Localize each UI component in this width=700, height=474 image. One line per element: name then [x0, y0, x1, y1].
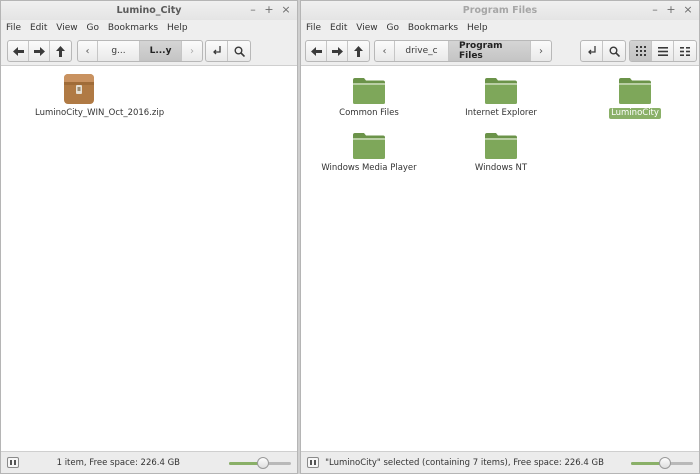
folder-item[interactable]: Internet Explorer — [451, 77, 551, 119]
menu-go[interactable]: Go — [385, 20, 403, 33]
arrow-right-icon — [331, 46, 343, 56]
folder-item[interactable]: Windows NT — [451, 132, 551, 174]
menu-help[interactable]: Help — [466, 20, 493, 33]
statusbar: "LuminoCity" selected (containing 7 item… — [301, 451, 699, 473]
compact-list-icon — [680, 46, 690, 56]
menubar: File Edit View Go Bookmarks Help — [1, 20, 297, 36]
file-manager-window-right: Program Files – + × File Edit View Go Bo… — [300, 0, 700, 474]
folder-item[interactable]: Windows Media Player — [319, 132, 419, 174]
window-title: Program Files — [462, 5, 538, 16]
menu-help[interactable]: Help — [166, 20, 193, 33]
folder-icon — [352, 132, 386, 160]
file-name: LuminoCity_WIN_Oct_2016.zip — [35, 108, 165, 118]
back-button[interactable] — [306, 41, 327, 61]
folder-item-selected[interactable]: LuminoCity — [585, 77, 685, 119]
location-toggle-button[interactable] — [581, 41, 603, 61]
search-button[interactable] — [603, 41, 625, 61]
menu-bookmarks[interactable]: Bookmarks — [107, 20, 163, 33]
folder-icon — [484, 132, 518, 160]
list-icon — [657, 46, 668, 56]
enter-location-icon — [213, 46, 221, 55]
search-icon — [234, 46, 245, 57]
nav-buttons — [305, 40, 370, 62]
toolbar: ‹ drive_c Program Files › — [301, 36, 699, 66]
folder-name: Windows Media Player — [321, 163, 417, 173]
up-button[interactable] — [50, 41, 71, 61]
minimize-button[interactable]: – — [247, 3, 259, 17]
archive-icon — [62, 73, 96, 105]
folder-name: Internet Explorer — [465, 108, 537, 118]
location-toggle-button[interactable] — [206, 41, 228, 61]
folder-name: Windows NT — [474, 163, 528, 173]
enter-location-icon — [588, 46, 596, 55]
breadcrumb-next-button[interactable]: › — [182, 41, 202, 61]
file-item[interactable]: LuminoCity_WIN_Oct_2016.zip — [29, 73, 165, 119]
folder-name: LuminoCity — [609, 108, 661, 119]
forward-button[interactable] — [327, 41, 348, 61]
status-text: 1 item, Free space: 226.4 GB — [56, 458, 180, 468]
folder-icon — [352, 77, 386, 105]
compact-view-button[interactable] — [674, 41, 696, 61]
menu-edit[interactable]: Edit — [29, 20, 52, 33]
menu-file[interactable]: File — [5, 20, 26, 33]
breadcrumb: ‹ drive_c Program Files › — [374, 40, 552, 62]
maximize-button[interactable]: + — [263, 3, 275, 17]
grid-icon — [635, 46, 646, 56]
arrow-right-icon — [33, 46, 45, 56]
breadcrumb-next-button[interactable]: › — [531, 41, 551, 61]
arrow-up-icon — [354, 45, 363, 57]
file-manager-window-left: Lumino_City – + × File Edit View Go Book… — [0, 0, 298, 474]
breadcrumb-item-current[interactable]: Program Files — [449, 41, 531, 61]
breadcrumb-item-current[interactable]: L...y — [140, 41, 182, 61]
file-view[interactable]: Common Files Internet Explorer LuminoCit… — [301, 67, 699, 451]
titlebar[interactable]: Lumino_City – + × — [1, 1, 297, 20]
view-mode-buttons — [629, 40, 697, 62]
breadcrumb-item[interactable]: drive_c — [395, 41, 449, 61]
breadcrumb: ‹ g... L...y › — [77, 40, 203, 62]
menu-view[interactable]: View — [355, 20, 382, 33]
file-view[interactable]: LuminoCity_WIN_Oct_2016.zip — [1, 67, 297, 451]
arrow-up-icon — [56, 45, 65, 57]
up-button[interactable] — [348, 41, 369, 61]
menu-edit[interactable]: Edit — [329, 20, 352, 33]
folder-item[interactable]: Common Files — [319, 77, 419, 119]
forward-button[interactable] — [29, 41, 50, 61]
menu-go[interactable]: Go — [85, 20, 103, 33]
titlebar[interactable]: Program Files – + × — [301, 1, 699, 20]
tool-buttons — [205, 40, 251, 62]
icon-view-button[interactable] — [630, 41, 652, 61]
menu-bookmarks[interactable]: Bookmarks — [407, 20, 463, 33]
menu-file[interactable]: File — [305, 20, 326, 33]
folder-name: Common Files — [339, 108, 399, 118]
menu-view[interactable]: View — [55, 20, 82, 33]
breadcrumb-prev-button[interactable]: ‹ — [78, 41, 98, 61]
breadcrumb-item[interactable]: g... — [98, 41, 140, 61]
folder-icon — [484, 77, 518, 105]
list-view-button[interactable] — [652, 41, 674, 61]
zoom-slider-handle[interactable] — [257, 457, 270, 469]
arrow-left-icon — [310, 46, 322, 56]
close-button[interactable]: × — [280, 3, 292, 17]
search-icon — [609, 46, 620, 57]
breadcrumb-prev-button[interactable]: ‹ — [375, 41, 395, 61]
sidebar-toggle-button[interactable] — [307, 457, 319, 468]
status-text: "LuminoCity" selected (containing 7 item… — [325, 458, 604, 468]
tool-buttons — [580, 40, 626, 62]
zoom-slider-handle[interactable] — [659, 457, 672, 469]
folder-icon — [618, 77, 652, 105]
search-button[interactable] — [228, 41, 250, 61]
maximize-button[interactable]: + — [665, 3, 677, 17]
close-button[interactable]: × — [682, 3, 694, 17]
minimize-button[interactable]: – — [649, 3, 661, 17]
statusbar: 1 item, Free space: 226.4 GB — [1, 451, 297, 473]
back-button[interactable] — [8, 41, 29, 61]
arrow-left-icon — [12, 46, 24, 56]
menubar: File Edit View Go Bookmarks Help — [301, 20, 699, 36]
toolbar: ‹ g... L...y › — [1, 36, 297, 66]
nav-buttons — [7, 40, 72, 62]
